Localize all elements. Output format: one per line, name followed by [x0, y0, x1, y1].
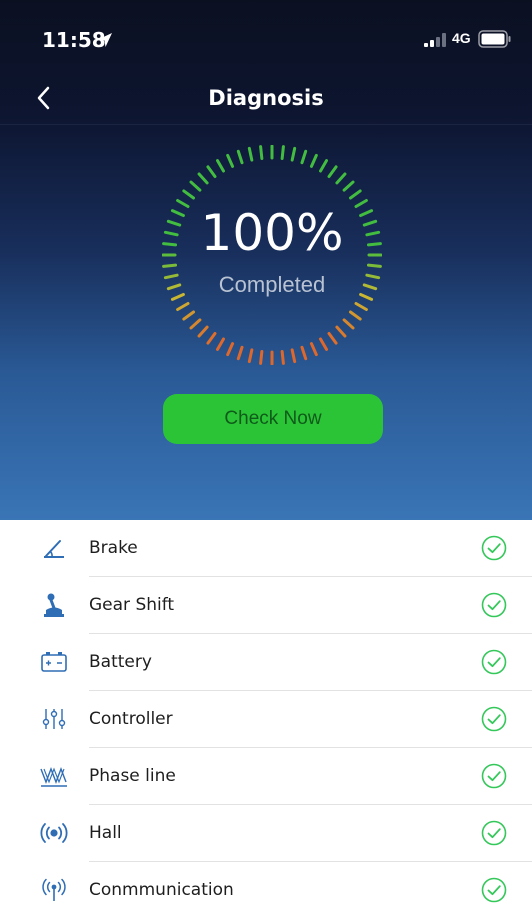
- gear-shift-icon: [44, 593, 64, 617]
- gauge-tick: [300, 345, 308, 361]
- gauge-tick: [348, 310, 362, 321]
- battery-icon: [41, 652, 67, 672]
- check-circle-icon: [481, 820, 507, 846]
- gauge-tick: [327, 331, 338, 345]
- gauge-tick: [280, 145, 285, 161]
- battery-status-icon: [478, 30, 511, 48]
- gauge-tick: [176, 302, 190, 311]
- diagnosis-header: 11:58 4G Diagnosis 100% Completed Check …: [0, 0, 532, 520]
- gauge-tick: [309, 153, 318, 168]
- list-item-label: Phase line: [89, 766, 176, 786]
- gauge-tick: [236, 345, 244, 361]
- gauge-tick: [216, 337, 225, 351]
- gauge-tick: [197, 172, 209, 185]
- list-item-controller[interactable]: Controller: [0, 691, 532, 748]
- diagnosis-list: Brake Gear Shift Battery Controller Phas…: [0, 520, 532, 919]
- communication-icon: [42, 878, 66, 901]
- gauge-tick: [280, 349, 285, 365]
- hall-icon: [40, 823, 68, 843]
- list-item-label: Battery: [89, 652, 152, 672]
- gauge-tick: [259, 145, 264, 161]
- check-circle-icon: [481, 706, 507, 732]
- nav-bar: Diagnosis: [0, 72, 532, 125]
- brake-icon: [44, 540, 64, 558]
- gauge-tick: [327, 165, 338, 179]
- gauge-tick: [342, 318, 355, 330]
- list-item-label: Conmmunication: [89, 880, 234, 900]
- network-type: 4G: [452, 30, 471, 46]
- list-item-communication[interactable]: Conmmunication: [0, 862, 532, 919]
- check-circle-icon: [481, 592, 507, 618]
- gauge-tick: [247, 348, 254, 364]
- check-circle-icon: [481, 535, 507, 561]
- list-item-phase-line[interactable]: Phase line: [0, 748, 532, 805]
- gauge-tick: [354, 302, 368, 311]
- gauge-tick: [226, 153, 235, 168]
- check-circle-icon: [481, 649, 507, 675]
- list-item-label: Hall: [89, 823, 122, 843]
- cellular-signal-icon: [424, 33, 446, 47]
- gauge-tick: [189, 180, 202, 192]
- gauge-tick: [197, 325, 209, 338]
- gauge-tick: [319, 159, 328, 173]
- gauge-tick: [162, 263, 178, 268]
- gauge-tick: [182, 189, 196, 200]
- gauge-tick: [319, 337, 328, 351]
- gauge-tick: [335, 325, 347, 338]
- check-circle-icon: [481, 763, 507, 789]
- gauge-tick: [206, 165, 217, 179]
- controller-icon: [42, 709, 66, 729]
- gauge-tick: [182, 310, 196, 321]
- gauge-tick: [189, 318, 202, 330]
- gauge-tick: [290, 146, 297, 162]
- list-item-battery[interactable]: Battery: [0, 634, 532, 691]
- progress-percentage: 100%: [200, 204, 344, 262]
- gauge-tick: [290, 348, 297, 364]
- gauge-tick: [366, 263, 382, 268]
- gauge-tick: [216, 159, 225, 173]
- location-arrow-icon: [98, 33, 112, 47]
- check-now-button[interactable]: Check Now: [163, 394, 383, 444]
- status-bar: 11:58 4G: [0, 0, 532, 80]
- gauge-tick: [309, 342, 318, 357]
- gauge-tick: [226, 342, 235, 357]
- list-item-label: Gear Shift: [89, 595, 175, 615]
- check-circle-icon: [481, 877, 507, 903]
- list-item-label: Controller: [89, 709, 173, 729]
- gauge-tick: [247, 146, 254, 162]
- page-title: Diagnosis: [208, 86, 324, 110]
- gauge-tick: [335, 172, 347, 185]
- gauge-tick: [236, 149, 244, 165]
- list-item-brake[interactable]: Brake: [0, 520, 532, 577]
- list-item-label: Brake: [89, 538, 138, 558]
- gauge-tick: [300, 149, 308, 165]
- gauge-tick: [348, 189, 362, 200]
- list-item-gear-shift[interactable]: Gear Shift: [0, 577, 532, 634]
- phase-line-icon: [40, 767, 67, 787]
- gauge-tick: [342, 180, 355, 192]
- gauge-tick: [259, 349, 264, 365]
- progress-caption: Completed: [218, 272, 326, 297]
- gauge-tick: [206, 331, 217, 345]
- list-item-hall[interactable]: Hall: [0, 805, 532, 862]
